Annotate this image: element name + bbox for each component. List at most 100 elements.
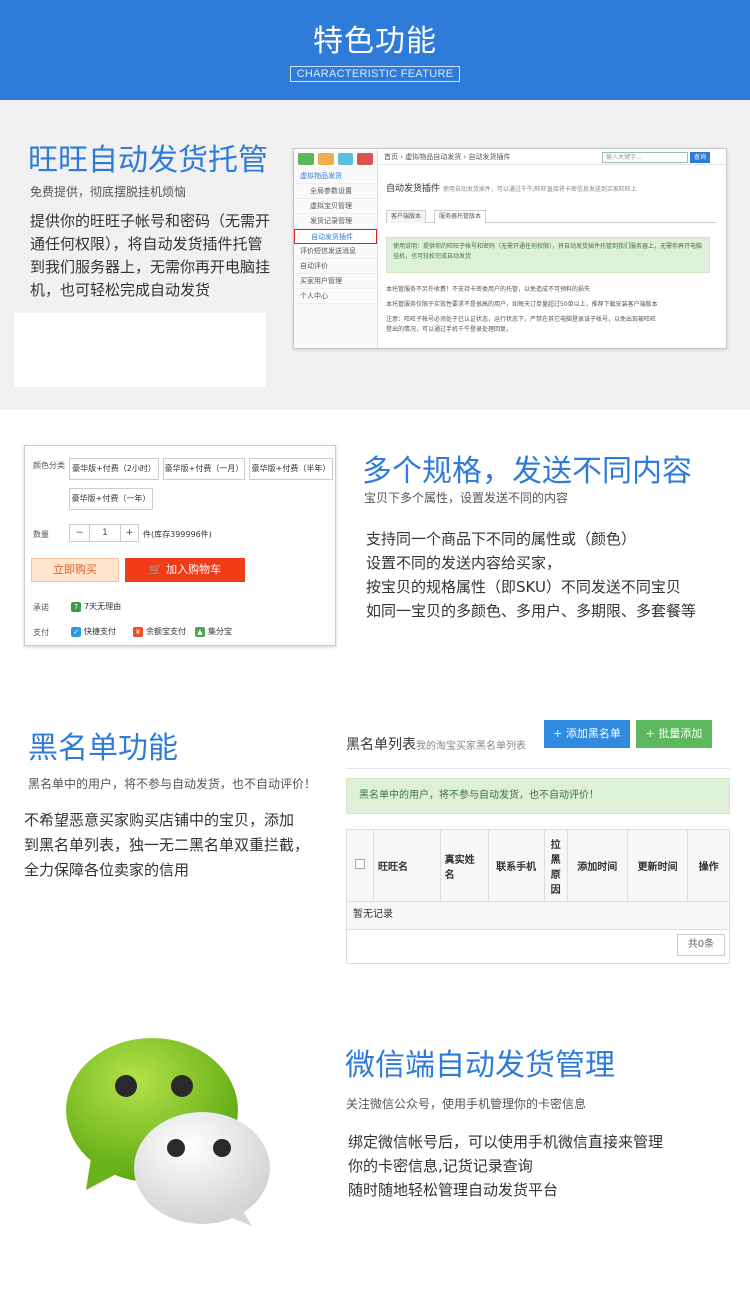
plugin-screenshot: 虚拟物品发货 全局参数设置 虚拟宝贝管理 发货记录管理 自动发货插件 评价短信发… xyxy=(293,148,727,349)
cart-icon: 🛒 xyxy=(148,563,167,576)
total-count: 共0条 xyxy=(677,934,725,956)
body-line: 随时随地轻松管理自动发货平台 xyxy=(348,1181,559,1199)
search-button[interactable]: 查询 xyxy=(690,152,710,163)
plugin-main: 首页 › 虚拟物品自动发货 › 自动发货插件 输入关键字... 查询 自动发货插… xyxy=(380,149,726,348)
section3-title: 黑名单功能 xyxy=(28,731,178,766)
pay-label: 支付 xyxy=(33,628,49,637)
quickpay-icon: ✓ xyxy=(71,626,81,637)
notice-line: 注意：旺旺子帐号必须处于已认证状态，运行状态下，严禁在其它电脑登录该子帐号，以免… xyxy=(386,316,657,323)
color-label: 颜色分类 xyxy=(33,461,65,470)
sidebar-item-auto-plugin[interactable]: 自动发货插件 xyxy=(294,229,377,244)
plugin-heading-text: 自动发货插件 xyxy=(386,184,441,194)
tab-server-hosted[interactable]: 服务器托管版本 xyxy=(434,210,487,223)
sidebar-item-virtual-goods[interactable]: 虚拟物品发货 xyxy=(294,169,377,184)
divider xyxy=(346,768,730,769)
qty-value[interactable]: 1 xyxy=(90,525,120,541)
buy-now-button[interactable]: 立即购买 xyxy=(31,558,119,582)
sku-option[interactable]: 豪华版+付费（一月） xyxy=(163,458,245,480)
select-all-cell xyxy=(345,829,375,902)
blacklist-screenshot: 黑名单列表我的淘宝买家黑名单列表 + 添加黑名单 + 批量添加 黑名单中的用户，… xyxy=(345,718,730,964)
add-cart-button[interactable]: 🛒 加入购物车 xyxy=(125,558,245,582)
col-header[interactable]: 更新时间 xyxy=(626,829,689,902)
stock-text: 件(库存399996件) xyxy=(143,530,212,539)
sku-option[interactable]: 豪华版+付费（半年） xyxy=(249,458,333,480)
plugin-heading-note: 使用自动发货插件，可以通过千牛/旺旺直接将卡密信息发送到买家旺旺上 xyxy=(442,186,637,193)
col-header[interactable]: 联系手机 xyxy=(487,829,545,902)
body-line: 机，也可轻松完成自动发货 xyxy=(30,281,211,299)
col-header[interactable]: 添加时间 xyxy=(566,829,628,902)
jifenbao-icon: ▲ xyxy=(195,626,205,637)
sidebar-item-review-sms[interactable]: 评价短信发送消息 xyxy=(294,244,377,259)
pay-method: ▲ 集分宝 xyxy=(195,626,232,637)
pay-method-label: 快捷支付 xyxy=(84,627,116,636)
body-line: 全力保障各位卖家的信用 xyxy=(24,861,190,879)
sidebar-item-buyer-mgmt[interactable]: 买家用户管理 xyxy=(294,274,377,289)
sidebar-item-auto-review[interactable]: 自动评价 xyxy=(294,259,377,274)
body-line: 按宝贝的规格属性（即SKU）不同发送不同宝贝 xyxy=(366,578,681,596)
notice-line: 本托管服务仅限于实效性要求不是很高的用户，如每天订单量超过50单以上，推荐下载安… xyxy=(386,301,658,308)
promise-label: 承诺 xyxy=(33,603,49,612)
blacklist-title: 黑名单列表 xyxy=(346,737,416,753)
add-blacklist-button[interactable]: + 添加黑名单 xyxy=(544,720,630,748)
tab-client[interactable]: 客户端版本 xyxy=(386,210,427,223)
body-line: 绑定微信帐号后，可以使用手机微信直接来管理 xyxy=(348,1133,664,1151)
sidebar-item-global-settings[interactable]: 全局参数设置 xyxy=(294,184,377,199)
search-input[interactable]: 输入关键字... xyxy=(602,152,688,163)
page-header: 特色功能 CHARACTERISTIC FEATURE xyxy=(0,0,750,100)
qty-label: 数量 xyxy=(33,530,49,539)
sku-screenshot: 颜色分类 豪华版+付费（2小时） 豪华版+付费（一月） 豪华版+付费（半年） 豪… xyxy=(24,445,336,646)
section3-tagline: 黑名单中的用户，将不参与自动发货，也不自动评价！ xyxy=(28,777,317,791)
section4-tagline: 关注微信公众号，使用手机管理你的卡密信息 xyxy=(346,1097,587,1111)
seven-day-icon: 7 xyxy=(71,601,81,612)
promise-item: 7 7天无理由 xyxy=(71,601,121,612)
qty-minus[interactable]: − xyxy=(70,525,90,541)
body-line: 通任何权限），将自动发货插件托管 xyxy=(30,235,263,253)
col-header[interactable]: 拉黑原因 xyxy=(543,829,568,902)
notice-line: 登出的情况，可以通过手机千牛登录处理回复。 xyxy=(386,326,513,333)
blank-panel xyxy=(14,313,266,387)
sidebar: 虚拟物品发货 全局参数设置 虚拟宝贝管理 发货记录管理 自动发货插件 评价短信发… xyxy=(294,149,378,348)
user-icon[interactable] xyxy=(317,153,334,165)
body-line: 到黑名单列表，独一无二黑名单双重拦截， xyxy=(24,836,310,854)
add-cart-label: 加入购物车 xyxy=(166,563,222,576)
sidebar-item-delivery-records[interactable]: 发货记录管理 xyxy=(294,214,377,229)
section4-body: 绑定微信帐号后，可以使用手机微信直接来管理 你的卡密信息,记货记录查询 随时随地… xyxy=(348,1130,748,1202)
body-line: 到我们服务器上，无需你再开电脑挂 xyxy=(30,258,271,276)
table-footer: 共0条 xyxy=(346,930,730,964)
select-all-checkbox[interactable] xyxy=(355,859,366,869)
section4-title: 微信端自动发货管理 xyxy=(345,1048,615,1083)
sidebar-icon-bar xyxy=(294,149,377,169)
promise-text: 7天无理由 xyxy=(84,602,122,611)
header-title: 特色功能 xyxy=(313,24,437,59)
col-header[interactable]: 旺旺名 xyxy=(373,829,441,902)
section1-title: 旺旺自动发货托管 xyxy=(28,143,268,178)
body-line: 支持同一个商品下不同的属性或（颜色） xyxy=(366,530,637,548)
section2-tagline: 宝贝下多个属性，设置发送不同的内容 xyxy=(364,491,569,505)
empty-row: 暂无记录 xyxy=(346,902,730,930)
section2-title: 多个规格，发送不同内容 xyxy=(362,454,692,489)
quantity-stepper[interactable]: − 1 + xyxy=(69,524,139,542)
chat-icon[interactable] xyxy=(337,153,354,165)
blacklist-table: 旺旺名 真实姓名 联系手机 拉黑原因 添加时间 更新时间 操作 xyxy=(345,829,730,902)
blacklist-heading: 黑名单列表我的淘宝买家黑名单列表 xyxy=(346,734,526,754)
qty-plus[interactable]: + xyxy=(120,525,138,541)
settings-icon[interactable] xyxy=(357,153,373,165)
body-line: 不希望恶意买家购买店铺中的宝贝，添加 xyxy=(24,811,295,829)
blacklist-note: 黑名单中的用户，将不参与自动发货，也不自动评价！ xyxy=(346,778,730,814)
pay-method: ✓ 快捷支付 xyxy=(71,626,116,637)
body-line: 设置不同的发送内容给买家， xyxy=(366,554,562,572)
batch-add-button[interactable]: + 批量添加 xyxy=(636,720,712,748)
blacklist-subtitle: 我的淘宝买家黑名单列表 xyxy=(416,741,526,752)
sidebar-item-virtual-items[interactable]: 虚拟宝贝管理 xyxy=(294,199,377,214)
yuebao-icon: ¥ xyxy=(133,626,143,637)
sku-option[interactable]: 豪华版+付费（一年） xyxy=(69,488,153,510)
sku-option[interactable]: 豪华版+付费（2小时） xyxy=(69,458,159,480)
col-header[interactable]: 真实姓名 xyxy=(439,829,489,902)
col-header[interactable]: 操作 xyxy=(687,829,730,902)
sidebar-item-personal[interactable]: 个人中心 xyxy=(294,289,377,304)
body-line: 提供你的旺旺子帐号和密码（无需开 xyxy=(30,212,271,230)
plugin-tabs: 客户端版本 服务器托管版本 xyxy=(386,210,716,223)
chart-icon[interactable] xyxy=(298,153,314,165)
section2-body: 支持同一个商品下不同的属性或（颜色） 设置不同的发送内容给买家， 按宝贝的规格属… xyxy=(366,527,746,623)
usage-note: 使用说明：提供你的旺旺子帐号和密码（无需开通任何权限），将自动发货插件托管到我们… xyxy=(386,237,710,273)
